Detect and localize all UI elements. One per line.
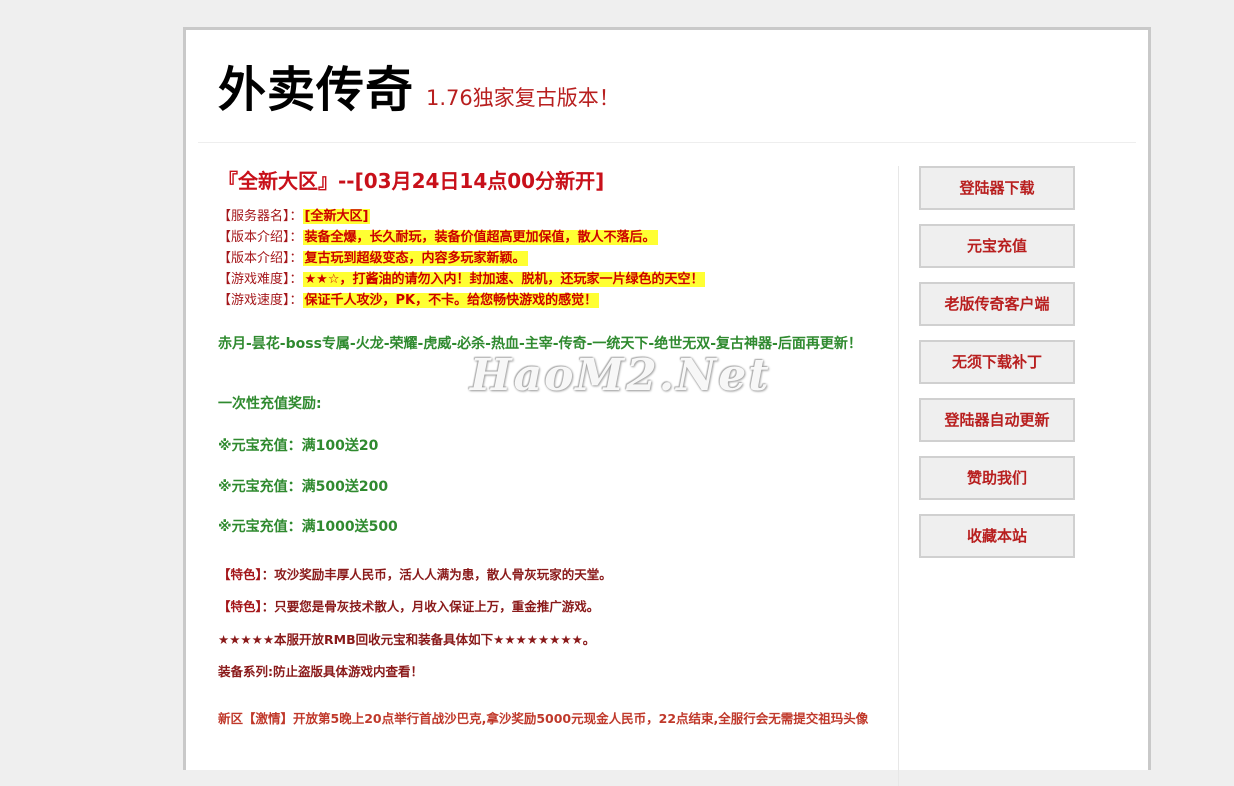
no-patch-button[interactable]: 无须下载补丁 xyxy=(919,340,1075,384)
launcher-download-button[interactable]: 登陆器下载 xyxy=(919,166,1075,210)
server-headline: 『全新大区』--[03月24日14点00分新开] xyxy=(218,169,605,193)
info-row-version-intro-2: 【版本介绍】： 复古玩到超级变态，内容多玩家新颖。 xyxy=(218,248,705,269)
legacy-client-button[interactable]: 老版传奇客户端 xyxy=(919,282,1075,326)
launcher-autoupdate-button[interactable]: 登陆器自动更新 xyxy=(919,398,1075,442)
info-label: 【版本介绍】： xyxy=(218,251,303,266)
info-row-speed: 【游戏速度】： 保证千人攻沙，PK，不卡。给您畅快游戏的感觉！ xyxy=(218,290,705,311)
feature-text: ：攻沙奖励丰厚人民币，活人人满为患，散人骨灰玩家的天堂。 xyxy=(261,567,612,582)
info-label: 【服务器名】： xyxy=(218,209,303,224)
feature-line-2: 【特色】：只要您是骨灰技术散人，月收入保证上万，重金推广游戏。 xyxy=(218,598,599,616)
info-label: 【游戏速度】： xyxy=(218,293,303,308)
feature-line-1: 【特色】：攻沙奖励丰厚人民币，活人人满为患，散人骨灰玩家的天堂。 xyxy=(218,566,612,584)
recharge-bonus-2: ※元宝充值：满500送200 xyxy=(218,479,389,495)
server-info-list: 【服务器名】： [全新大区] 【版本介绍】： 装备全爆，长久耐玩，装备价值超高更加保… xyxy=(218,206,706,311)
rmb-recycle-notice: ★★★★★本服开放RMB回收元宝和装备具体如下★★★★★★★★。 xyxy=(218,632,596,647)
feature-bracket: 【特色】 xyxy=(218,599,262,614)
recharge-bonus-3: ※元宝充值：满1000送500 xyxy=(218,519,398,535)
info-value: ★★☆，打酱油的请勿入内！封加速、脱机，还玩家一片绿色的天空！ xyxy=(302,272,706,287)
sidebar-divider xyxy=(898,166,899,786)
ingot-recharge-button[interactable]: 元宝充值 xyxy=(919,224,1075,268)
info-label: 【游戏难度】： xyxy=(218,272,303,287)
promo-notice: 新区【激情】开放第5晚上20点举行首战沙巴克,拿沙奖励5000元现金人民币，22… xyxy=(218,711,869,726)
info-value: 复古玩到超级变态，内容多玩家新颖。 xyxy=(302,251,528,266)
info-value: 装备全爆，长久耐玩，装备价值超高更加保值，散人不落后。 xyxy=(302,230,658,245)
feature-bracket: 【特色】 xyxy=(218,567,262,582)
info-row-difficulty: 【游戏难度】： ★★☆，打酱油的请勿入内！封加速、脱机，还玩家一片绿色的天空！ xyxy=(218,269,706,290)
info-value: 保证千人攻沙，PK，不卡。给您畅快游戏的感觉！ xyxy=(302,293,600,308)
info-value: [全新大区] xyxy=(302,209,371,224)
bonus-title: 一次性充值奖励: xyxy=(218,396,322,412)
sponsor-button[interactable]: 赞助我们 xyxy=(919,456,1075,500)
site-title: 外卖传奇 xyxy=(218,62,415,118)
info-row-server-name: 【服务器名】： [全新大区] xyxy=(218,206,705,227)
site-subtitle: 1.76独家复古版本！ xyxy=(426,86,620,110)
feature-text: ：只要您是骨灰技术散人，月收入保证上万，重金推广游戏。 xyxy=(261,599,600,614)
equipment-notice: 装备系列:防止盗版具体游戏内查看！ xyxy=(218,664,423,679)
info-label: 【版本介绍】： xyxy=(218,230,303,245)
boss-list-text: 赤月-昙花-boss专属-火龙-荣耀-虎威-必杀-热血-主宰-传奇-一统天下-绝… xyxy=(218,336,862,352)
recharge-bonus-1: ※元宝充值：满100送20 xyxy=(218,438,379,454)
bookmark-button[interactable]: 收藏本站 xyxy=(919,514,1075,558)
site-header: 外卖传奇 1.76独家复古版本！ xyxy=(198,30,1136,143)
info-row-version-intro: 【版本介绍】： 装备全爆，长久耐玩，装备价值超高更加保值，散人不落后。 xyxy=(218,227,705,248)
page-frame: 外卖传奇 1.76独家复古版本！ 『全新大区』--[03月24日14点00分新开… xyxy=(183,27,1151,786)
